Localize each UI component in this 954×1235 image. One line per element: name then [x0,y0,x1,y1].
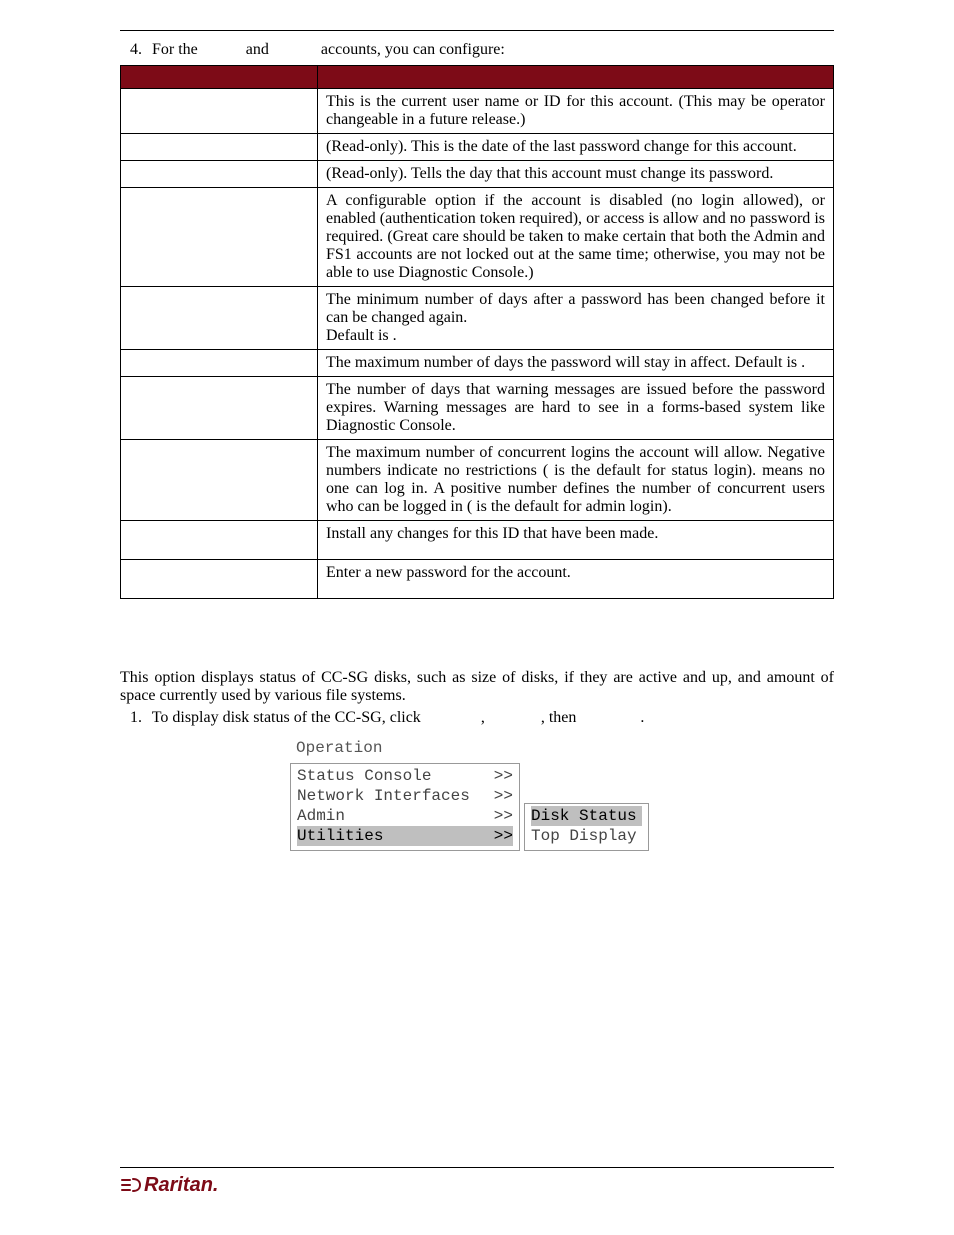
submenu-arrow-icon: >> [494,786,513,806]
cell-desc: The minimum number of days after a passw… [318,287,834,350]
cell-field [121,560,318,599]
cell-field [121,377,318,440]
cell-field [121,134,318,161]
intro-prefix: For the [152,41,198,58]
submenu-arrow-icon: >> [494,806,513,826]
menu-item-label: Network Interfaces [297,786,470,806]
table-row: Enter a new password for the account. [121,560,834,599]
table-row: A configurable option if the account is … [121,188,834,287]
step-line: 1. To display disk status of the CC-SG, … [130,709,834,727]
table-row: Install any changes for this ID that hav… [121,521,834,560]
table-row: The maximum number of concurrent logins … [121,440,834,521]
menu-item-label: Status Console [297,766,431,786]
step-d: . [640,709,644,726]
step-c: , then [541,709,577,726]
table-row: The number of days that warning messages… [121,377,834,440]
brand-logo-icon [120,1176,142,1194]
cell-desc: The maximum number of days the password … [318,350,834,377]
cell-desc: This is the current user name or ID for … [318,89,834,134]
table-row: (Read-only). Tells the day that this acc… [121,161,834,188]
list-number: 4. [130,41,148,59]
menu-item-label: Admin [297,806,345,826]
table-row: This is the current user name or ID for … [121,89,834,134]
table-header-c2 [318,66,834,89]
cell-field [121,161,318,188]
menu-item-admin[interactable]: Admin >> [297,806,513,826]
menu-title: Operation [290,739,670,763]
footer: Raritan. [120,1167,834,1200]
table-header-c1 [121,66,318,89]
table-row: The minimum number of days after a passw… [121,287,834,350]
menu-figure: Operation Status Console >> Network Inte… [290,739,670,851]
cell-desc: Install any changes for this ID that hav… [318,521,834,560]
section-body: This option displays status of CC-SG dis… [120,669,834,705]
intro-line: 4. For the and accounts, you can configu… [130,41,834,59]
cell-desc: (Read-only). Tells the day that this acc… [318,161,834,188]
cell-field [121,440,318,521]
cell-desc: The maximum number of concurrent logins … [318,440,834,521]
submenu-item-disk-status[interactable]: Disk Status [531,806,642,826]
submenu-arrow-icon: >> [494,766,513,786]
table-row: The maximum number of days the password … [121,350,834,377]
brand-name: Raritan. [144,1174,218,1197]
menu-item-network-interfaces[interactable]: Network Interfaces >> [297,786,513,806]
top-rule [120,30,834,31]
cell-field [121,287,318,350]
step-b: , [481,709,485,726]
table-header-row [121,66,834,89]
cell-field [121,89,318,134]
menu-main: Status Console >> Network Interfaces >> … [290,763,520,851]
submenu-item-top-display[interactable]: Top Display [531,826,642,846]
config-table: This is the current user name or ID for … [120,65,834,599]
brand-logo: Raritan. [120,1174,218,1197]
menu-sub: Disk Status Top Display [524,803,649,851]
intro-mid: and [246,41,269,58]
cell-desc: Enter a new password for the account. [318,560,834,599]
footer-rule [120,1167,834,1168]
submenu-arrow-icon: >> [494,826,513,846]
cell-desc-default: Default is . [326,327,397,344]
menu-item-utilities[interactable]: Utilities >> [297,826,513,846]
cell-field [121,188,318,287]
step-a: To display disk status of the CC-SG, cli… [152,709,421,726]
cell-field [121,350,318,377]
intro-suffix: accounts, you can configure: [321,41,505,58]
menu-item-status-console[interactable]: Status Console >> [297,766,513,786]
table-row: (Read-only). This is the date of the las… [121,134,834,161]
cell-desc: The number of days that warning messages… [318,377,834,440]
list-number: 1. [130,709,148,727]
cell-desc: A configurable option if the account is … [318,188,834,287]
menu-item-label: Utilities [297,826,383,846]
cell-field [121,521,318,560]
cell-desc: (Read-only). This is the date of the las… [318,134,834,161]
page: 4. For the and accounts, you can configu… [0,0,954,1235]
cell-desc-text: The minimum number of days after a passw… [326,291,825,326]
